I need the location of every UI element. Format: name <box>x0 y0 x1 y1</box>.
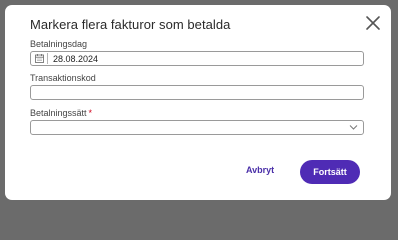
payment-method-select[interactable] <box>30 120 364 135</box>
payment-method-label-text: Betalningssätt <box>30 108 87 118</box>
chevron-down-icon[interactable] <box>349 124 358 131</box>
payment-method-label: Betalningssätt * <box>30 108 92 118</box>
transaction-code-field[interactable] <box>30 85 364 100</box>
dialog-title: Markera flera fakturor som betalda <box>30 17 231 32</box>
payment-date-value: 28.08.2024 <box>53 54 99 64</box>
payment-date-field[interactable]: 28.08.2024 <box>30 51 364 66</box>
close-icon[interactable] <box>365 15 381 31</box>
transaction-code-label: Transaktionskod <box>30 73 96 83</box>
continue-button[interactable]: Fortsätt <box>300 160 360 184</box>
required-marker: * <box>88 108 93 118</box>
field-divider <box>47 53 48 64</box>
mark-paid-dialog: Markera flera fakturor som betalda Betal… <box>5 5 391 200</box>
calendar-icon[interactable] <box>35 54 44 63</box>
payment-date-label: Betalningsdag <box>30 39 88 49</box>
cancel-button[interactable]: Avbryt <box>246 165 274 175</box>
